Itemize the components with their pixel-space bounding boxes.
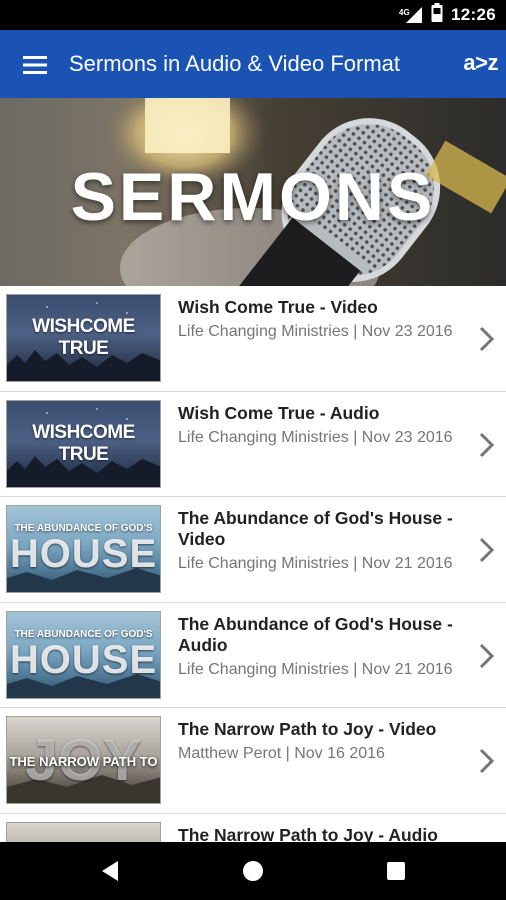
recents-button[interactable] [366, 842, 426, 900]
list-item[interactable]: THE ABUNDANCE OF GOD'S HOUSE The Abundan… [0, 602, 506, 708]
sermon-title: Wish Come True - Audio [178, 402, 380, 423]
chevron-right-icon [479, 643, 495, 668]
sermon-list[interactable]: WISHCOME TRUE Wish Come True - Video Lif… [0, 286, 506, 842]
back-triangle-icon [102, 861, 118, 881]
chevron-right-icon [479, 432, 495, 457]
status-bar: 4G 12:26 [0, 0, 506, 30]
thumbnail-text-large: JOY [7, 833, 160, 843]
list-item[interactable]: WISHCOME TRUE Wish Come True - Video Lif… [0, 286, 506, 392]
hero-banner: SERMONS [0, 98, 506, 286]
sermon-title: The Abundance of God's House - Video [178, 508, 453, 549]
sermon-subtitle: Life Changing Ministries | Nov 23 2016 [178, 428, 453, 446]
list-item[interactable]: THE ABUNDANCE OF GOD'S HOUSE The Abundan… [0, 497, 506, 603]
thumbnail-text-small: THE NARROW PATH TO [9, 754, 158, 769]
sermon-thumbnail: WISHCOME TRUE [6, 399, 161, 488]
thumbnail-text: WISHCOME TRUE [32, 316, 135, 359]
thumbnail-text: THE ABUNDANCE OF GOD'S HOUSE [7, 612, 160, 698]
list-item[interactable]: JOY THE NARROW PATH TO The Narrow Path t… [0, 708, 506, 814]
status-icons: 4G 12:26 [399, 0, 496, 30]
thumbnail-text-large: HOUSE [9, 532, 158, 576]
sermon-title: The Abundance of God's House - Audio [178, 613, 453, 655]
chevron-right-icon [479, 537, 495, 563]
sermon-subtitle: Life Changing Ministries | Nov 21 2016 [178, 555, 453, 572]
hamburger-menu-icon [23, 56, 47, 74]
sermon-thumbnail: THE ABUNDANCE OF GOD'S HOUSE [6, 610, 161, 699]
sermon-title: Wish Come True - Video [178, 297, 378, 317]
chevron-right-icon [479, 326, 495, 352]
sermon-thumbnail: WISHCOME TRUE [6, 294, 161, 382]
sermon-thumbnail: JOY [6, 821, 161, 843]
app-title: Sermons in Audio & Video Format [69, 51, 400, 76]
thumbnail-text-large: HOUSE [9, 637, 158, 682]
home-circle-icon [243, 861, 263, 881]
sermon-subtitle: Life Changing Ministries | Nov 23 2016 [178, 323, 453, 340]
sermon-subtitle: Life Changing Ministries | Nov 21 2016 [178, 660, 453, 678]
sermon-title: The Narrow Path to Joy - Audio [178, 824, 438, 843]
thumbnail-text: WISHCOME TRUE [32, 421, 135, 465]
status-time: 12:26 [451, 5, 496, 24]
app-bar: Sermons in Audio & Video Format a>z [0, 30, 506, 98]
battery-icon [431, 3, 443, 27]
thumbnail-text: THE ABUNDANCE OF GOD'S HOUSE [7, 506, 160, 592]
network-type-label: 4G [399, 8, 410, 17]
thumbnail-text: JOY THE NARROW PATH TO [7, 717, 160, 803]
sermon-subtitle: Matthew Perot | Nov 16 2016 [178, 745, 385, 762]
sermon-title: The Narrow Path to Joy - Video [178, 719, 437, 739]
recents-square-icon [387, 862, 405, 880]
back-button[interactable] [80, 842, 140, 900]
hero-title: SERMONS [70, 159, 436, 235]
home-button[interactable] [223, 842, 283, 900]
signal-icon: 4G [399, 6, 423, 24]
menu-button[interactable] [14, 44, 56, 86]
az-sort-icon: a>z [463, 50, 498, 75]
sermon-thumbnail: THE ABUNDANCE OF GOD'S HOUSE [6, 505, 161, 593]
az-sort-button[interactable]: a>z [463, 50, 498, 76]
thumbnail-text: JOY [7, 823, 160, 843]
navigation-bar [0, 842, 506, 900]
chevron-right-icon [479, 748, 495, 774]
list-item[interactable]: WISHCOME TRUE Wish Come True - Audio Lif… [0, 391, 506, 497]
sermon-thumbnail: JOY THE NARROW PATH TO [6, 716, 161, 804]
list-item[interactable]: JOY The Narrow Path to Joy - Audio [0, 813, 506, 843]
